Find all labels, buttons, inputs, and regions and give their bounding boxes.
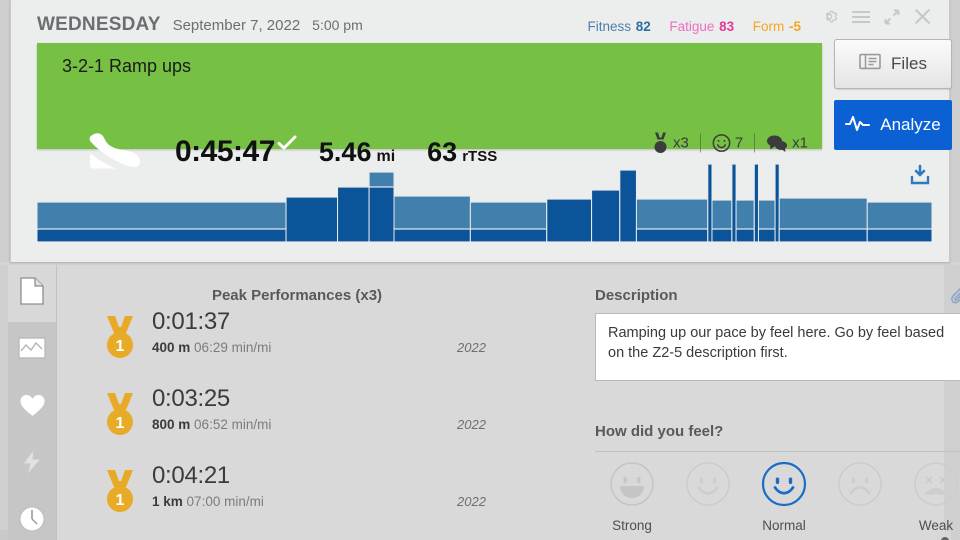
sidebar-item-power[interactable] — [8, 436, 56, 493]
sidebar-item-heart-rate[interactable] — [8, 379, 56, 436]
fitness-stats: Fitness 82 Fatigue 83 Form -5 — [587, 19, 801, 34]
peak-row[interactable]: 1 0:01:37 400 m 06:29 min/mi 2022 — [57, 308, 527, 381]
fitness-value: 82 — [635, 19, 651, 34]
paperclip-icon[interactable] — [950, 285, 960, 314]
peak-detail: 400 m 06:29 min/mi — [152, 340, 271, 355]
peak-year: 2022 — [457, 417, 486, 432]
body-right-edge — [951, 530, 960, 540]
form-value: -5 — [788, 19, 801, 34]
feeling-option-good[interactable] — [671, 461, 745, 518]
peak-distance: 1 km — [152, 494, 183, 509]
activity-summary-panel: WEDNESDAY September 7, 2022 5:00 pm Fitn… — [10, 0, 952, 262]
workout-title: 3-2-1 Ramp ups — [62, 56, 192, 76]
peak-performances-section: Peak Performances (x3) 1 0:01:37 400 m 0… — [57, 265, 527, 540]
peak-time: 0:04:21 — [152, 462, 230, 489]
activity-detail-body: Peak Performances (x3) 1 0:01:37 400 m 0… — [0, 265, 960, 540]
peak-year: 2022 — [457, 494, 486, 509]
document-icon — [20, 277, 44, 310]
fitness-label: Fitness — [587, 19, 632, 34]
medal-rank-icon: 1 — [102, 391, 138, 441]
feeling-option-normal[interactable]: Normal — [747, 461, 821, 533]
feeling-option-label: Normal — [762, 518, 806, 533]
lightning-icon — [20, 446, 44, 481]
peak-detail: 1 km 07:00 min/mi — [152, 494, 264, 509]
expand-icon[interactable] — [884, 9, 900, 25]
date-label: September 7, 2022 — [172, 17, 301, 34]
fatigue-value: 83 — [719, 19, 735, 34]
close-icon[interactable] — [914, 8, 931, 25]
activity-date-header: WEDNESDAY September 7, 2022 5:00 pm — [37, 14, 363, 36]
feeling-option-label: Strong — [612, 518, 652, 533]
feeling-label: How did you feel? — [595, 423, 724, 440]
window-right-edge — [951, 0, 960, 262]
detail-sidebar — [8, 265, 56, 540]
files-icon — [859, 53, 881, 75]
medal-count: x3 — [672, 134, 689, 152]
time-label: 5:00 pm — [312, 17, 363, 33]
peaks-title: Peak Performances (x3) — [211, 287, 383, 304]
window-left-edge — [0, 0, 10, 262]
comment-badge[interactable]: x1 — [766, 134, 808, 152]
description-section: Description Ramping up our pace by feel … — [535, 265, 960, 540]
peak-distance: 800 m — [152, 417, 191, 432]
feeling-options: Strong Normal Weak — [595, 461, 960, 533]
chart-icon — [18, 337, 46, 364]
detail-content: Peak Performances (x3) 1 0:01:37 400 m 0… — [56, 265, 960, 540]
badge-divider-2 — [754, 133, 756, 153]
badge-divider — [699, 133, 701, 153]
peak-row[interactable]: 1 0:04:21 1 km 07:00 min/mi 2022 — [57, 462, 527, 535]
weekday-label: WEDNESDAY — [37, 14, 161, 35]
heart-icon — [18, 393, 46, 423]
body-left-edge — [0, 530, 8, 540]
peak-distance: 400 m — [152, 340, 191, 355]
medal-badge[interactable]: x3 — [652, 132, 689, 154]
gear-icon[interactable] — [821, 8, 838, 25]
peak-time: 0:03:25 — [152, 385, 230, 412]
feeling-option-weak[interactable]: Weak — [899, 461, 960, 533]
kudos-badge[interactable]: 7 — [712, 134, 743, 153]
check-icon — [277, 135, 297, 156]
form-label: Form — [752, 19, 785, 34]
gauge-icon — [19, 506, 45, 537]
kudos-count: 7 — [734, 134, 744, 152]
feeling-option-strong[interactable]: Strong — [595, 461, 669, 533]
files-button[interactable]: Files — [834, 39, 952, 89]
peak-row[interactable]: 1 0:03:25 800 m 06:52 min/mi 2022 — [57, 385, 527, 458]
peak-pace: 06:29 min/mi — [194, 340, 272, 355]
fatigue-label: Fatigue — [669, 19, 715, 34]
analyze-label: Analyze — [880, 115, 941, 134]
hamburger-icon[interactable] — [852, 10, 870, 24]
window-controls — [821, 8, 931, 25]
peak-time: 0:01:37 — [152, 308, 230, 335]
description-text[interactable]: Ramping up our pace by feel here. Go by … — [595, 313, 960, 381]
waveform-icon — [845, 115, 871, 136]
medal-rank-icon: 1 — [102, 314, 138, 364]
description-label: Description — [595, 287, 678, 304]
download-icon[interactable] — [908, 163, 932, 192]
files-label: Files — [891, 54, 927, 73]
feeling-divider — [595, 451, 960, 452]
peak-detail: 800 m 06:52 min/mi — [152, 417, 271, 432]
peak-pace: 06:52 min/mi — [194, 417, 272, 432]
sidebar-item-chart[interactable] — [8, 322, 56, 379]
medal-rank-icon: 1 — [102, 468, 138, 518]
peak-year: 2022 — [457, 340, 486, 355]
peak-pace: 07:00 min/mi — [186, 494, 264, 509]
comment-count: x1 — [792, 134, 808, 152]
feeling-option-bad[interactable] — [823, 461, 897, 518]
workout-social-badges: x3 7 x1 — [652, 132, 808, 154]
svg-text:1: 1 — [116, 338, 125, 355]
svg-text:1: 1 — [116, 415, 125, 432]
activity-detail-window: WEDNESDAY September 7, 2022 5:00 pm Fitn… — [0, 0, 960, 540]
sidebar-item-gauge[interactable] — [8, 493, 56, 540]
workout-profile-chart[interactable] — [37, 160, 932, 245]
svg-text:1: 1 — [116, 492, 125, 509]
workout-summary-card[interactable]: 3-2-1 Ramp ups 0:45:47 5.46 mi 63 rTSS x… — [37, 43, 822, 169]
analyze-button[interactable]: Analyze — [834, 100, 952, 150]
sidebar-item-overview[interactable] — [8, 265, 56, 322]
